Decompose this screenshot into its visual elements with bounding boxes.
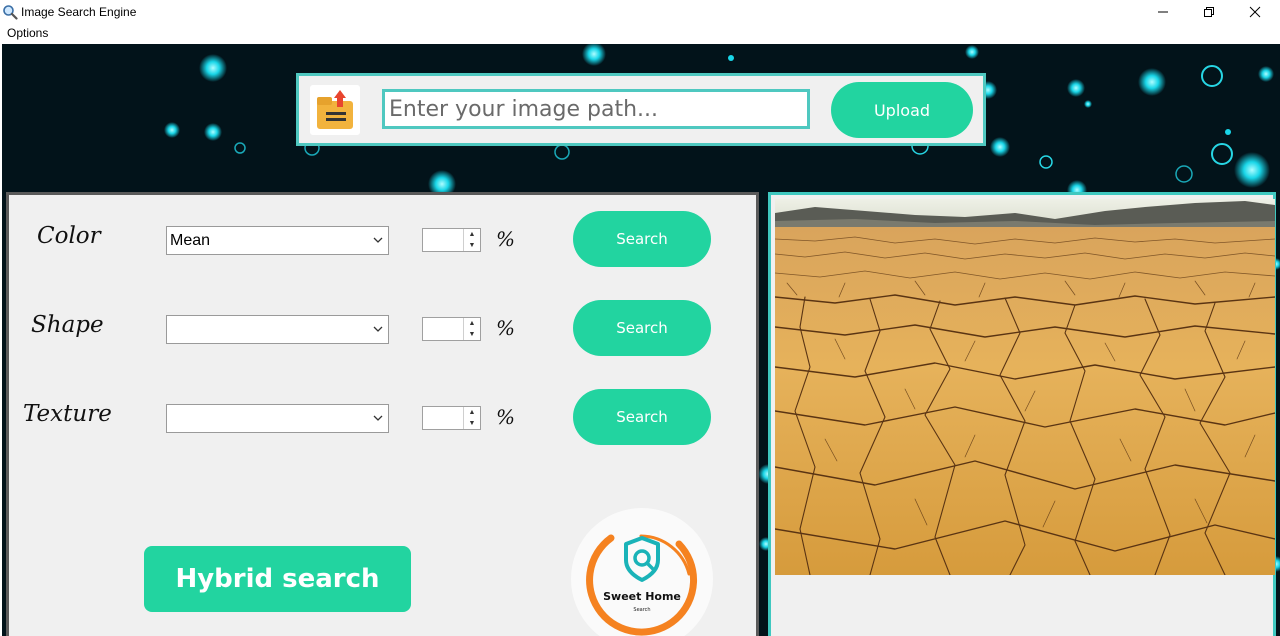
upload-panel: Upload	[296, 73, 986, 146]
color-search-button[interactable]: Search	[573, 211, 711, 267]
texture-method-select[interactable]	[166, 404, 389, 433]
color-percent-label: %	[496, 227, 516, 251]
search-panel: Color Mean ▲ ▼ % Search Shape ▲ ▼ % Search…	[6, 192, 759, 636]
sweet-home-logo: Sweet Home Search	[571, 508, 713, 636]
menu-bar: Options	[0, 24, 1280, 43]
texture-percent-label: %	[496, 405, 516, 429]
maximize-icon	[1204, 7, 1214, 17]
query-image	[775, 199, 1275, 575]
texture-weight-spinbox[interactable]: ▲ ▼	[422, 406, 481, 430]
shape-method-select[interactable]	[166, 315, 389, 344]
spin-arrows[interactable]: ▲ ▼	[463, 407, 480, 429]
folder-upload-icon[interactable]	[310, 85, 360, 135]
shape-search-button[interactable]: Search	[573, 300, 711, 356]
chevron-down-icon	[373, 415, 383, 421]
close-icon	[1249, 6, 1261, 18]
restore-button[interactable]	[1186, 0, 1232, 24]
color-method-value: Mean	[170, 231, 211, 249]
shape-label: Shape	[31, 312, 104, 338]
minimize-button[interactable]	[1140, 0, 1186, 24]
logo-sub: Search	[633, 607, 650, 613]
hybrid-search-button[interactable]: Hybrid search	[144, 546, 411, 612]
minimize-icon	[1158, 11, 1168, 13]
image-path-input[interactable]	[382, 89, 810, 129]
shape-weight-spinbox[interactable]: ▲ ▼	[422, 317, 481, 341]
shape-percent-label: %	[496, 316, 516, 340]
menu-options[interactable]: Options	[7, 26, 48, 40]
chevron-down-icon	[373, 326, 383, 332]
chevron-down-icon	[373, 237, 383, 243]
image-preview-panel	[768, 192, 1276, 636]
spin-arrows[interactable]: ▲ ▼	[463, 229, 480, 251]
color-weight-spinbox[interactable]: ▲ ▼	[422, 228, 481, 252]
main-window: Upload Color Mean ▲▼ % Search Shape ▲▼ %…	[2, 44, 1280, 636]
search-icon	[3, 5, 18, 20]
spin-arrows[interactable]: ▲ ▼	[463, 318, 480, 340]
title-bar: Image Search Engine	[0, 0, 1280, 24]
color-label: Color	[37, 223, 101, 249]
texture-search-button[interactable]: Search	[573, 389, 711, 445]
close-button[interactable]	[1232, 0, 1278, 24]
window-title: Image Search Engine	[21, 5, 137, 19]
logo-name: Sweet Home	[603, 590, 681, 603]
texture-label: Texture	[23, 401, 112, 427]
color-method-select[interactable]: Mean	[166, 226, 389, 255]
upload-button[interactable]: Upload	[831, 82, 973, 138]
